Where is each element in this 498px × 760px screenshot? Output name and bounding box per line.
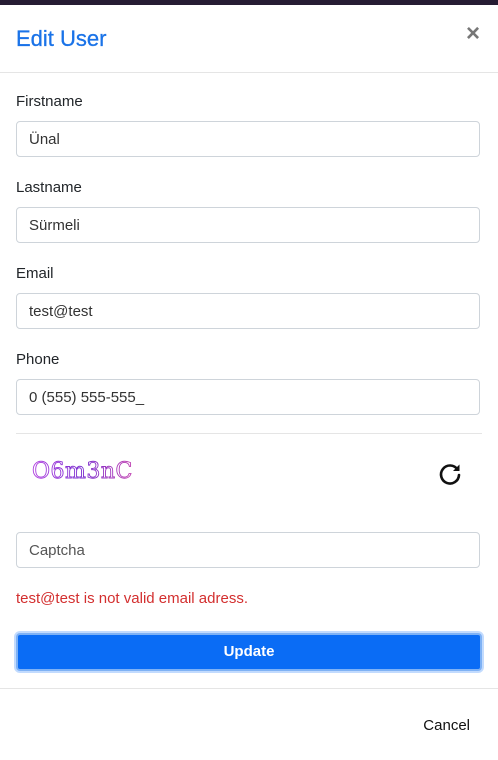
firstname-input[interactable]: [16, 121, 480, 157]
modal-title: Edit User: [16, 26, 107, 51]
modal-footer: Cancel: [0, 688, 498, 760]
close-icon: ×: [465, 20, 480, 47]
cancel-button[interactable]: Cancel: [423, 717, 470, 735]
refresh-captcha-button[interactable]: [436, 460, 464, 488]
captcha-text: O6m3nC: [32, 459, 133, 484]
email-input[interactable]: [16, 293, 480, 329]
email-label: Email: [16, 265, 54, 282]
form-divider: [16, 433, 482, 434]
firstname-label: Firstname: [16, 93, 83, 110]
edit-user-modal: Edit User × Firstname Lastname Email Pho…: [0, 5, 498, 759]
modal-header: Edit User ×: [0, 5, 498, 73]
phone-input[interactable]: [16, 379, 480, 415]
close-button[interactable]: ×: [464, 20, 482, 47]
captcha-input[interactable]: [16, 532, 480, 568]
lastname-label: Lastname: [16, 179, 82, 196]
refresh-icon: [439, 464, 461, 485]
phone-label: Phone: [16, 351, 60, 368]
captcha-image: O6m3nC: [32, 459, 133, 485]
update-button[interactable]: Update: [16, 633, 482, 671]
error-message: test@test is not valid email adress.: [16, 590, 248, 607]
lastname-input[interactable]: [16, 207, 480, 243]
